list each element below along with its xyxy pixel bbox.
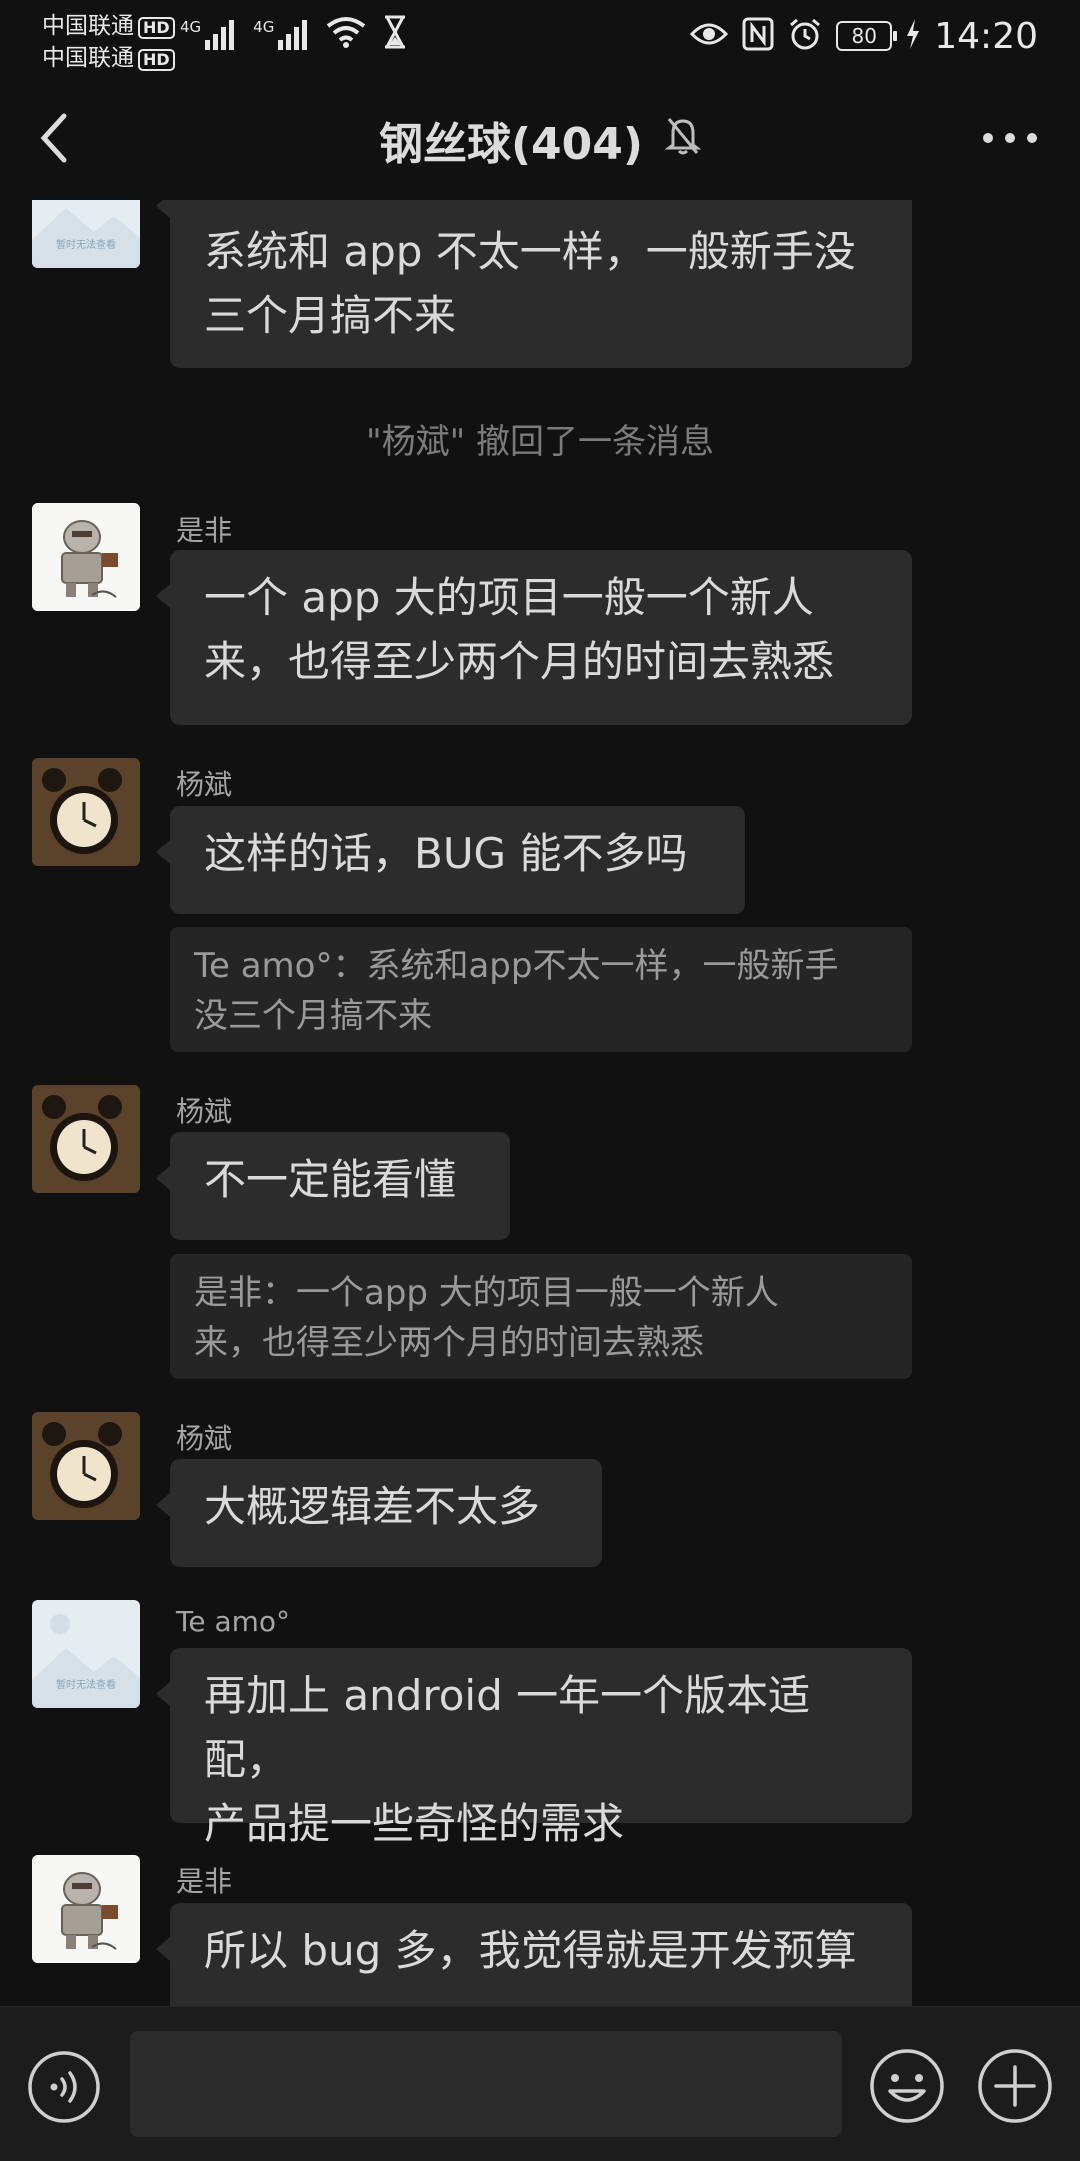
network-type-1: 4G <box>180 18 202 36</box>
message-text: 不一定能看懂 <box>204 1155 457 1204</box>
message-bubble[interactable]: 这样的话，BUG 能不多吗 <box>156 806 745 914</box>
message-list[interactable]: 暂时无法查看 系统和 app 不太一样，一般新手没 三个月搞不来 "杨斌" 撤回… <box>0 200 1080 2006</box>
avatar-caption: 暂时无法查看 <box>56 1678 116 1691</box>
carrier-2: 中国联通 HD <box>42 38 175 72</box>
avatar-yangbin[interactable] <box>32 758 140 866</box>
message-text-line: 三个月搞不来 <box>204 291 457 340</box>
message-bubble[interactable]: 不一定能看懂 <box>156 1132 510 1240</box>
message-bubble[interactable]: 再加上 android 一年一个版本适配， 产品提一些奇怪的需求 <box>156 1648 912 1848</box>
message-text: 这样的话，BUG 能不多吗 <box>204 829 688 878</box>
status-bar: 中国联通 HD 中国联通 HD 4G 4G 80 14:20 <box>0 0 1080 72</box>
avatar-caption: 暂时无法查看 <box>56 238 116 251</box>
quoted-reply[interactable]: Te amo°：系统和app不太一样，一般新手 没三个月搞不来 <box>170 927 912 1052</box>
more-options-button[interactable] <box>980 124 1040 152</box>
sender-name: 杨斌 <box>176 1095 233 1128</box>
recall-notice: "杨斌" 撤回了一条消息 <box>365 422 715 462</box>
avatar-placeholder[interactable]: 暂时无法查看 <box>32 200 140 268</box>
sender-name: 是非 <box>176 514 233 547</box>
message-text-line: 产品提一些奇怪的需求 <box>204 1799 625 1848</box>
sender-name: Te amo° <box>176 1605 291 1638</box>
smiley-icon <box>870 2049 944 2123</box>
quoted-reply[interactable]: 是非：一个app 大的项目一般一个新人 来，也得至少两个月的时间去熟悉 <box>170 1254 912 1379</box>
quote-text-line: 来，也得至少两个月的时间去熟悉 <box>194 1323 704 1363</box>
plus-icon <box>978 2049 1052 2123</box>
sender-name: 是非 <box>176 1865 233 1898</box>
message-text-line: 一个 app 大的项目一般一个新人 <box>204 573 814 622</box>
avatar-shifei[interactable] <box>32 1855 140 1963</box>
hd-badge-2: HD <box>138 49 175 71</box>
image-placeholder-icon: 暂时无法查看 <box>32 200 140 268</box>
nfc-icon <box>742 17 774 55</box>
battery-icon: 80 <box>836 21 898 51</box>
clock: 14:20 <box>934 15 1038 57</box>
sender-name: 杨斌 <box>176 768 233 801</box>
message-text-line: 来，也得至少两个月的时间去熟悉 <box>204 637 835 686</box>
alarm-clock-avatar-icon <box>32 1085 140 1193</box>
input-bar <box>0 2006 1080 2161</box>
wifi-icon <box>326 16 366 52</box>
avatar-yangbin[interactable] <box>32 1085 140 1193</box>
quote-text-line: 没三个月搞不来 <box>194 996 432 1036</box>
network-icons: 4G 4G <box>180 14 408 54</box>
alarm-clock-avatar-icon <box>32 1412 140 1520</box>
message-bubble[interactable]: 大概逻辑差不太多 <box>156 1459 602 1567</box>
eye-icon <box>690 20 729 52</box>
bell-off-icon <box>664 115 702 166</box>
carrier-1-label: 中国联通 <box>42 13 134 39</box>
message-text-line: 再加上 android 一年一个版本适配， <box>204 1671 811 1784</box>
alarm-icon <box>788 17 822 55</box>
voice-input-button[interactable] <box>26 2049 102 2125</box>
hourglass-icon <box>382 15 408 53</box>
image-placeholder-icon: 暂时无法查看 <box>32 1600 140 1708</box>
avatar-yangbin[interactable] <box>32 1412 140 1520</box>
avatar-shifei[interactable] <box>32 503 140 611</box>
message-bubble[interactable]: 一个 app 大的项目一般一个新人 来，也得至少两个月的时间去熟悉 <box>156 550 912 725</box>
more-dots-icon <box>983 133 1037 143</box>
alarm-clock-avatar-icon <box>32 758 140 866</box>
chat-title: 钢丝球(404) <box>378 119 644 170</box>
chat-title-bar: 钢丝球(404) <box>0 108 1080 172</box>
message-input[interactable] <box>130 2031 842 2137</box>
carrier-1: 中国联通 HD <box>42 6 175 40</box>
carrier-2-label: 中国联通 <box>42 45 134 71</box>
avatar-teamo[interactable]: 暂时无法查看 <box>32 1600 140 1708</box>
charging-icon <box>906 19 920 53</box>
signal-icon-2: 4G <box>253 18 310 50</box>
quote-text-line: 是非：一个app 大的项目一般一个新人 <box>194 1273 779 1313</box>
voice-icon <box>28 2051 100 2123</box>
network-type-2: 4G <box>253 18 275 36</box>
more-actions-button[interactable] <box>976 2047 1054 2125</box>
robot-avatar-icon <box>32 503 140 611</box>
chat-header: 钢丝球(404) <box>0 88 1080 188</box>
message-text-line: 系统和 app 不太一样，一般新手没 <box>204 227 856 276</box>
sender-name: 杨斌 <box>176 1422 233 1455</box>
message-text: 大概逻辑差不太多 <box>204 1482 541 1531</box>
emoji-button[interactable] <box>868 2047 946 2125</box>
signal-icon: 4G <box>180 18 237 50</box>
message-text-line: 所以 bug 多，我觉得就是开发预算 <box>204 1926 857 1975</box>
quote-text-line: Te amo°：系统和app不太一样，一般新手 <box>194 946 839 986</box>
robot-avatar-icon <box>32 1855 140 1963</box>
message-bubble[interactable]: 所以 bug 多，我觉得就是开发预算 <box>156 1903 912 2006</box>
hd-badge: HD <box>138 17 175 39</box>
message-bubble[interactable]: 系统和 app 不太一样，一般新手没 三个月搞不来 <box>156 200 912 368</box>
status-right: 80 14:20 <box>690 12 1038 60</box>
